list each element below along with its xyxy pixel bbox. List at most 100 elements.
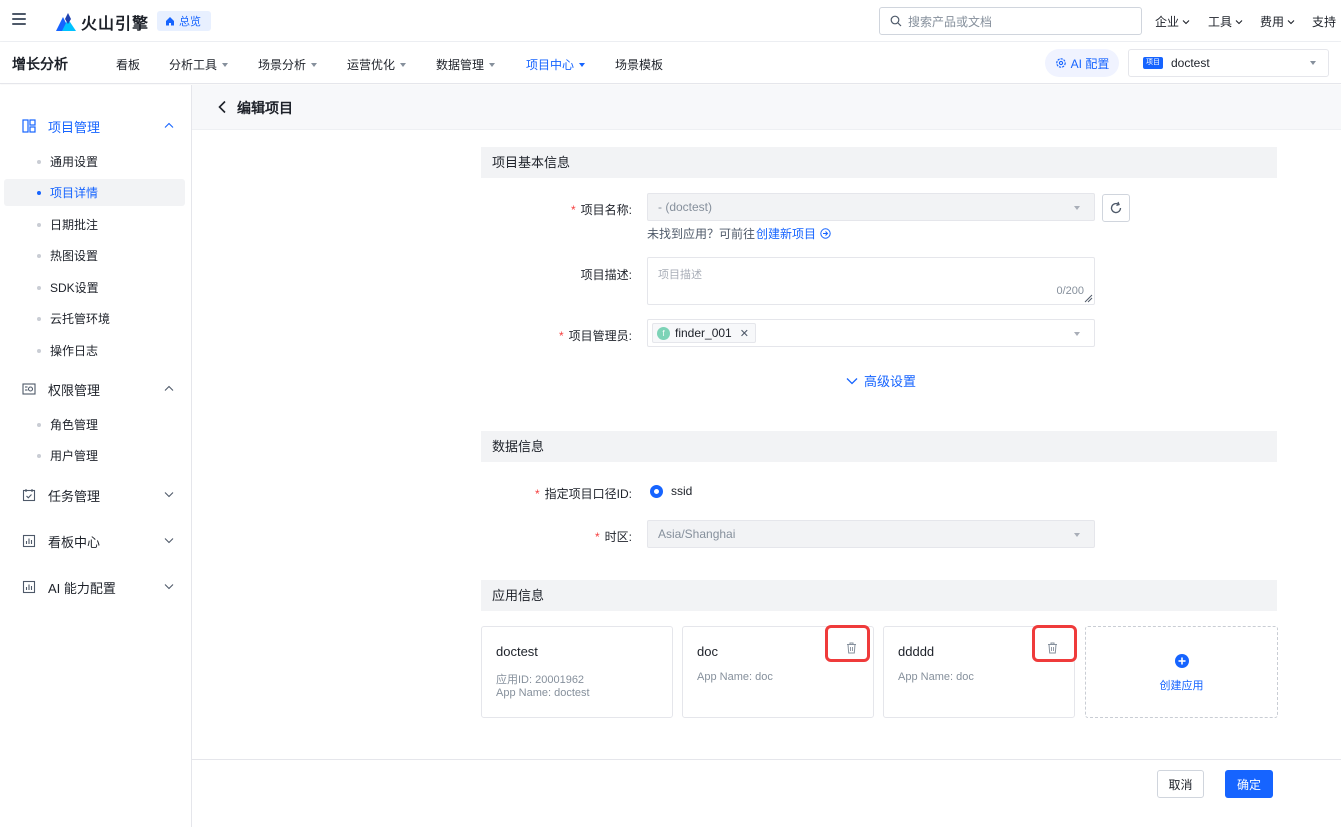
sidebar-item-operation-log[interactable]: 操作日志 xyxy=(4,337,185,364)
sidebar-item-date-annotations[interactable]: 日期批注 xyxy=(4,211,185,238)
chevron-down-icon xyxy=(1235,19,1243,24)
sidebar-item-heatmap-settings[interactable]: 热图设置 xyxy=(4,242,185,269)
ssid-radio[interactable]: ssid xyxy=(650,484,692,498)
page-header: 编辑项目 xyxy=(192,85,1341,130)
project-switcher-value: doctest xyxy=(1171,56,1210,70)
cancel-button[interactable]: 取消 xyxy=(1157,770,1204,798)
sidebar-group-dashboard-center[interactable]: 看板中心 xyxy=(0,526,192,556)
required-mark: * xyxy=(558,329,564,343)
app-card[interactable]: doctest 应用ID: 20001962 App Name: doctest xyxy=(481,626,673,718)
sidebar-group-label: 任务管理 xyxy=(48,488,101,504)
project-switcher[interactable]: 项目 doctest xyxy=(1128,49,1329,77)
caret-down-icon xyxy=(579,62,586,67)
chevron-down-icon xyxy=(164,538,174,544)
sidebar-group-tasks[interactable]: 任务管理 xyxy=(0,480,192,510)
project-admin-label: * 项目管理员: xyxy=(532,327,632,344)
sidebar-item-label: 角色管理 xyxy=(50,418,99,432)
sidebar-item-sdk-settings[interactable]: SDK设置 xyxy=(4,274,185,301)
chevron-down-icon xyxy=(1287,19,1295,24)
required-mark: * xyxy=(594,530,600,544)
dashboard-icon xyxy=(22,534,36,548)
sidebar-group-project-management[interactable]: 项目管理 xyxy=(0,111,192,141)
ai-gear-icon xyxy=(1055,58,1066,68)
menu-billing[interactable]: 费用 xyxy=(1260,13,1295,30)
search-icon xyxy=(890,15,902,27)
close-icon[interactable]: ✕ xyxy=(740,327,749,340)
caret-down-icon xyxy=(1074,533,1080,537)
refresh-button[interactable] xyxy=(1102,194,1130,222)
sidebar-item-project-details[interactable]: 项目详情 xyxy=(4,179,185,206)
overview-label: 总览 xyxy=(179,16,201,28)
bullet-icon xyxy=(37,316,41,321)
menu-support[interactable]: 支持 xyxy=(1312,13,1336,30)
sidebar-item-label: 项目详情 xyxy=(50,186,99,200)
create-project-link[interactable]: 创建新项目 xyxy=(756,225,816,242)
menu-tools-label: 工具 xyxy=(1208,15,1233,29)
nav-dashboard[interactable]: 看板 xyxy=(116,56,140,73)
page-title: 编辑项目 xyxy=(237,100,293,116)
sidebar-item-label: 用户管理 xyxy=(50,449,99,463)
id-label-text: 指定项目口径ID: xyxy=(544,487,632,501)
logo[interactable]: 火山引擎 xyxy=(56,10,149,34)
sidebar: 项目管理 通用设置 项目详情 日期批注 热图设置 SDK设置 云托管环境 操作日… xyxy=(0,85,192,827)
overview-button[interactable]: 总览 xyxy=(157,11,211,31)
project-admin-select[interactable]: f finder_001 ✕ xyxy=(647,319,1095,347)
project-name-select[interactable]: - (doctest) xyxy=(647,193,1095,221)
confirm-button[interactable]: 确定 xyxy=(1225,770,1273,798)
caret-down-icon xyxy=(1074,206,1080,210)
nav-analysis-tools[interactable]: 分析工具 xyxy=(169,56,229,73)
nav-scenario-analysis[interactable]: 场景分析 xyxy=(258,56,318,73)
project-admin-label-text: 项目管理员: xyxy=(568,329,632,343)
logo-text: 火山引擎 xyxy=(81,16,150,33)
radio-checked-icon xyxy=(650,484,663,498)
section-basic-info: 项目基本信息 xyxy=(481,147,1277,178)
back-arrow-icon[interactable] xyxy=(216,100,228,114)
sidebar-group-label: 权限管理 xyxy=(48,382,101,398)
form-footer: 取消 确定 xyxy=(192,759,1341,827)
top-search-input[interactable]: 搜索产品或文档 xyxy=(879,7,1142,35)
create-app-card[interactable]: 创建应用 xyxy=(1085,626,1278,718)
main-content: 编辑项目 项目基本信息 * 项目名称: - (doctest) 未找到应用？可前往… xyxy=(192,85,1341,827)
nav-analysis-tools-label: 分析工具 xyxy=(169,58,218,72)
plus-circle-icon xyxy=(1175,654,1189,668)
chevron-up-icon xyxy=(164,385,174,391)
nav-project-center[interactable]: 项目中心 xyxy=(526,56,586,73)
menu-support-label: 支持 xyxy=(1312,15,1337,29)
bullet-icon xyxy=(37,285,41,290)
section-data-info: 数据信息 xyxy=(481,431,1277,462)
sidebar-group-label: AI 能力配置 xyxy=(48,580,116,596)
sidebar-item-general-settings[interactable]: 通用设置 xyxy=(4,148,185,175)
timezone-select[interactable]: Asia/Shanghai xyxy=(647,520,1095,548)
ai-config-button[interactable]: AI 配置 xyxy=(1045,49,1119,77)
project-desc-textarea[interactable]: 项目描述 0/200 xyxy=(647,257,1095,305)
sidebar-item-label: 热图设置 xyxy=(50,249,99,263)
menu-enterprise[interactable]: 企业 xyxy=(1155,13,1190,30)
nav-operations[interactable]: 运营优化 xyxy=(347,56,407,73)
advanced-settings-toggle[interactable]: 高级设置 xyxy=(846,371,916,390)
sidebar-item-user-management[interactable]: 用户管理 xyxy=(4,442,185,469)
bullet-icon xyxy=(37,348,41,353)
nav-data-management[interactable]: 数据管理 xyxy=(436,56,496,73)
ai-config-icon xyxy=(22,580,36,594)
sidebar-item-role-management[interactable]: 角色管理 xyxy=(4,411,185,438)
arrow-circle-right-icon[interactable] xyxy=(820,228,831,239)
project-name-value: - (doctest) xyxy=(658,200,713,214)
bullet-icon xyxy=(37,222,41,227)
nav-scenario-templates-label: 场景模板 xyxy=(615,58,664,72)
nav-data-management-label: 数据管理 xyxy=(436,58,485,72)
app-id: 应用ID: 20001962 xyxy=(496,674,585,686)
sidebar-item-label: 通用设置 xyxy=(50,155,99,169)
sidebar-group-ai-config[interactable]: AI 能力配置 xyxy=(0,572,192,602)
nav-scenario-templates[interactable]: 场景模板 xyxy=(615,56,663,73)
hint-text: 未找到应用？可前往 xyxy=(647,227,756,241)
menu-enterprise-label: 企业 xyxy=(1155,15,1180,29)
sidebar-item-cloud-hosting[interactable]: 云托管环境 xyxy=(4,305,185,332)
timezone-label: * 时区: xyxy=(552,528,632,545)
sidebar-group-permissions[interactable]: 权限管理 xyxy=(0,374,192,404)
resize-handle-icon[interactable] xyxy=(1083,293,1093,303)
menu-icon[interactable] xyxy=(12,13,26,27)
menu-tools[interactable]: 工具 xyxy=(1208,13,1243,30)
char-counter: 0/200 xyxy=(1056,285,1084,297)
nav-operations-label: 运营优化 xyxy=(347,58,396,72)
advanced-settings-label: 高级设置 xyxy=(864,374,917,389)
